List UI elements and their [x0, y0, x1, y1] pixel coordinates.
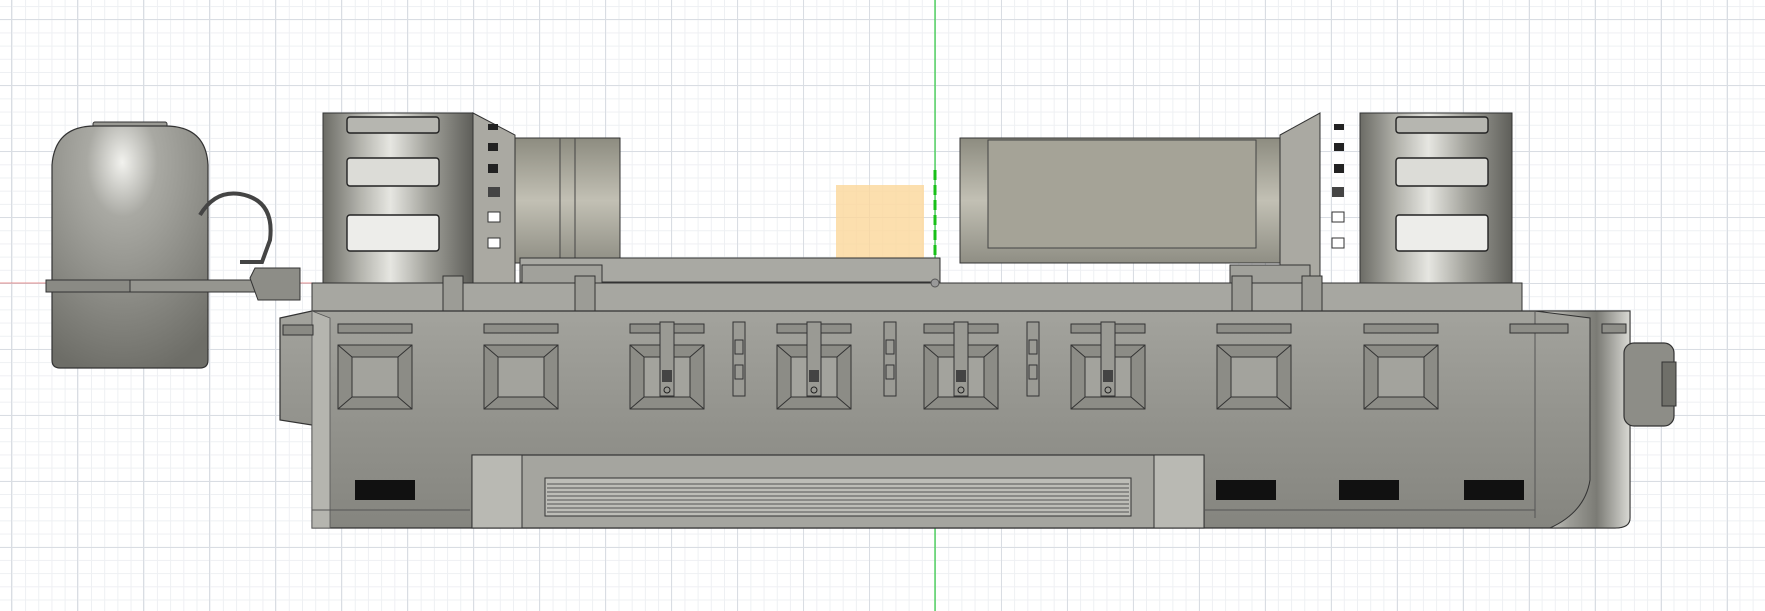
origin-point[interactable] — [930, 278, 940, 288]
selected-face-highlight[interactable] — [836, 185, 924, 270]
right-tube-assembly[interactable] — [959, 112, 1513, 284]
bottom-intake-housing[interactable] — [471, 454, 1205, 529]
side-canister[interactable] — [45, 121, 301, 369]
model-canvas[interactable] — [0, 0, 1765, 611]
top-slots-row — [337, 323, 1627, 334]
cad-viewport[interactable] — [0, 0, 1765, 611]
side-connector[interactable] — [1623, 342, 1677, 427]
